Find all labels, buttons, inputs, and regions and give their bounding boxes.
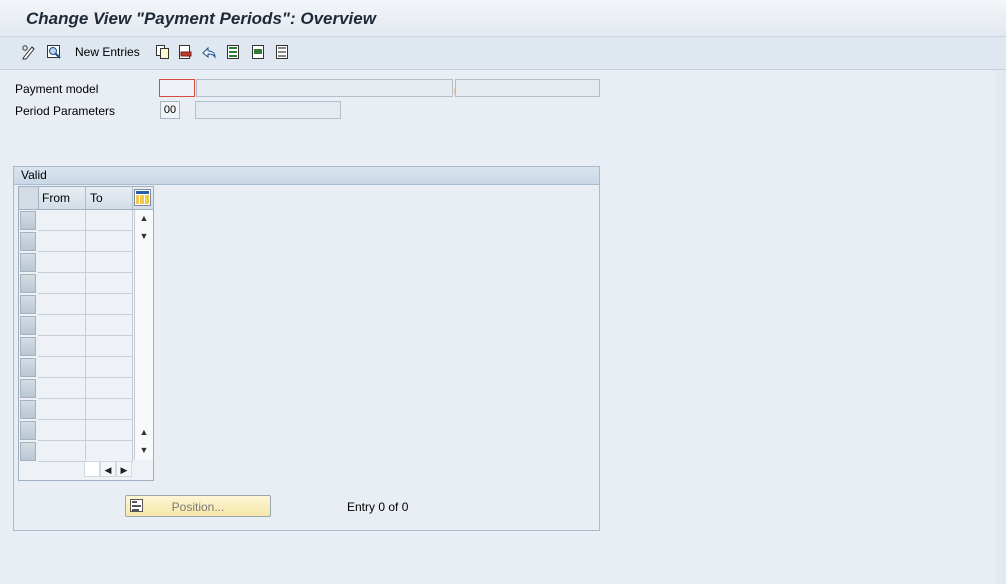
- select-block-icon[interactable]: [250, 44, 266, 60]
- payment-model-field[interactable]: [159, 79, 195, 97]
- row-selector-button[interactable]: [20, 316, 36, 335]
- cell-to[interactable]: [86, 252, 133, 273]
- row-selector-button[interactable]: [20, 400, 36, 419]
- row-selector-button[interactable]: [20, 421, 36, 440]
- cell-to[interactable]: [86, 231, 133, 252]
- position-button[interactable]: Position...: [125, 495, 271, 517]
- deselect-all-icon[interactable]: [274, 44, 290, 60]
- row-selector-button[interactable]: [20, 295, 36, 314]
- payment-model-label: Payment model: [15, 82, 99, 96]
- table-row: [19, 210, 133, 231]
- scroll-up-icon[interactable]: ▼: [135, 228, 153, 244]
- cell-from[interactable]: [38, 441, 86, 462]
- page-title: Change View "Payment Periods": Overview: [26, 9, 376, 28]
- cell-to[interactable]: [86, 441, 133, 462]
- select-all-rows-button[interactable]: [19, 187, 39, 209]
- table-row: [19, 252, 133, 273]
- table-row: [19, 399, 133, 420]
- undo-icon[interactable]: [201, 44, 217, 60]
- column-header-from[interactable]: From: [38, 187, 86, 209]
- cell-from[interactable]: [38, 420, 86, 441]
- period-parameters-text-field: [195, 101, 341, 119]
- row-selector-button[interactable]: [20, 253, 36, 272]
- payment-model-text-field: [196, 79, 453, 97]
- table-row: [19, 420, 133, 441]
- window-scroll-edge: [996, 70, 1006, 584]
- period-parameters-field[interactable]: 00: [160, 101, 180, 119]
- select-all-icon[interactable]: [225, 44, 241, 60]
- cell-to[interactable]: [86, 378, 133, 399]
- entry-counter: Entry 0 of 0: [347, 500, 409, 514]
- valid-group-title: Valid: [21, 168, 47, 182]
- cell-from[interactable]: [38, 378, 86, 399]
- cell-to[interactable]: [86, 399, 133, 420]
- payment-model-extra-field: [455, 79, 600, 97]
- cell-from[interactable]: [38, 336, 86, 357]
- copy-icon[interactable]: [155, 44, 171, 60]
- scroll-left-icon[interactable]: ◀: [100, 461, 116, 477]
- cell-to[interactable]: [86, 357, 133, 378]
- display-change-icon[interactable]: [21, 44, 37, 60]
- scroll-down-icon[interactable]: ▲: [135, 424, 153, 440]
- cell-from[interactable]: [38, 273, 86, 294]
- table-row: [19, 378, 133, 399]
- cell-from[interactable]: [38, 231, 86, 252]
- cell-to[interactable]: [86, 336, 133, 357]
- cell-to[interactable]: [86, 273, 133, 294]
- valid-group-header: Valid: [14, 167, 599, 185]
- delete-icon[interactable]: [177, 44, 193, 60]
- table-row: [19, 231, 133, 252]
- cell-from[interactable]: [38, 357, 86, 378]
- row-selector-button[interactable]: [20, 274, 36, 293]
- table-settings-icon[interactable]: [134, 189, 151, 206]
- period-parameters-label: Period Parameters: [15, 104, 116, 118]
- row-selector-button[interactable]: [20, 232, 36, 251]
- cell-to[interactable]: [86, 210, 133, 231]
- table-row: [19, 294, 133, 315]
- cell-to[interactable]: [86, 294, 133, 315]
- cell-from[interactable]: [38, 252, 86, 273]
- row-selector-button[interactable]: [20, 358, 36, 377]
- scroll-page-down-icon[interactable]: ▼: [135, 442, 153, 458]
- cell-from[interactable]: [38, 210, 86, 231]
- table-row: [19, 357, 133, 378]
- table-row: [19, 315, 133, 336]
- vertical-scrollbar[interactable]: ▲ ▼ ▲ ▼: [134, 210, 153, 460]
- scroll-right-icon[interactable]: ▶: [116, 461, 132, 477]
- cell-to[interactable]: [86, 420, 133, 441]
- table-row: [19, 336, 133, 357]
- cell-from[interactable]: [38, 315, 86, 336]
- row-selector-button[interactable]: [20, 442, 36, 461]
- cell-to[interactable]: [86, 315, 133, 336]
- table-row: [19, 273, 133, 294]
- table-row: [19, 441, 133, 462]
- scroll-page-up-icon[interactable]: ▲: [135, 210, 153, 226]
- application-toolbar: New Entries www.tutorialkart.com: [0, 37, 1006, 101]
- position-button-label: Position...: [171, 500, 225, 514]
- title-bar: Change View "Payment Periods": Overview: [0, 0, 1006, 37]
- cell-from[interactable]: [38, 399, 86, 420]
- row-selector-button[interactable]: [20, 211, 36, 230]
- cell-from[interactable]: [38, 294, 86, 315]
- table-header: From To: [19, 187, 153, 210]
- hscroll-track[interactable]: [84, 461, 100, 477]
- new-entries-button[interactable]: New Entries: [75, 45, 140, 59]
- horizontal-scrollbar[interactable]: ◀ ▶: [84, 461, 132, 477]
- row-selector-button[interactable]: [20, 379, 36, 398]
- row-selector-button[interactable]: [20, 337, 36, 356]
- details-icon[interactable]: [46, 44, 62, 60]
- valid-table-control: From To ▲ ▼ ▲ ▼ ◀ ▶: [18, 186, 154, 481]
- column-header-to[interactable]: To: [86, 187, 133, 209]
